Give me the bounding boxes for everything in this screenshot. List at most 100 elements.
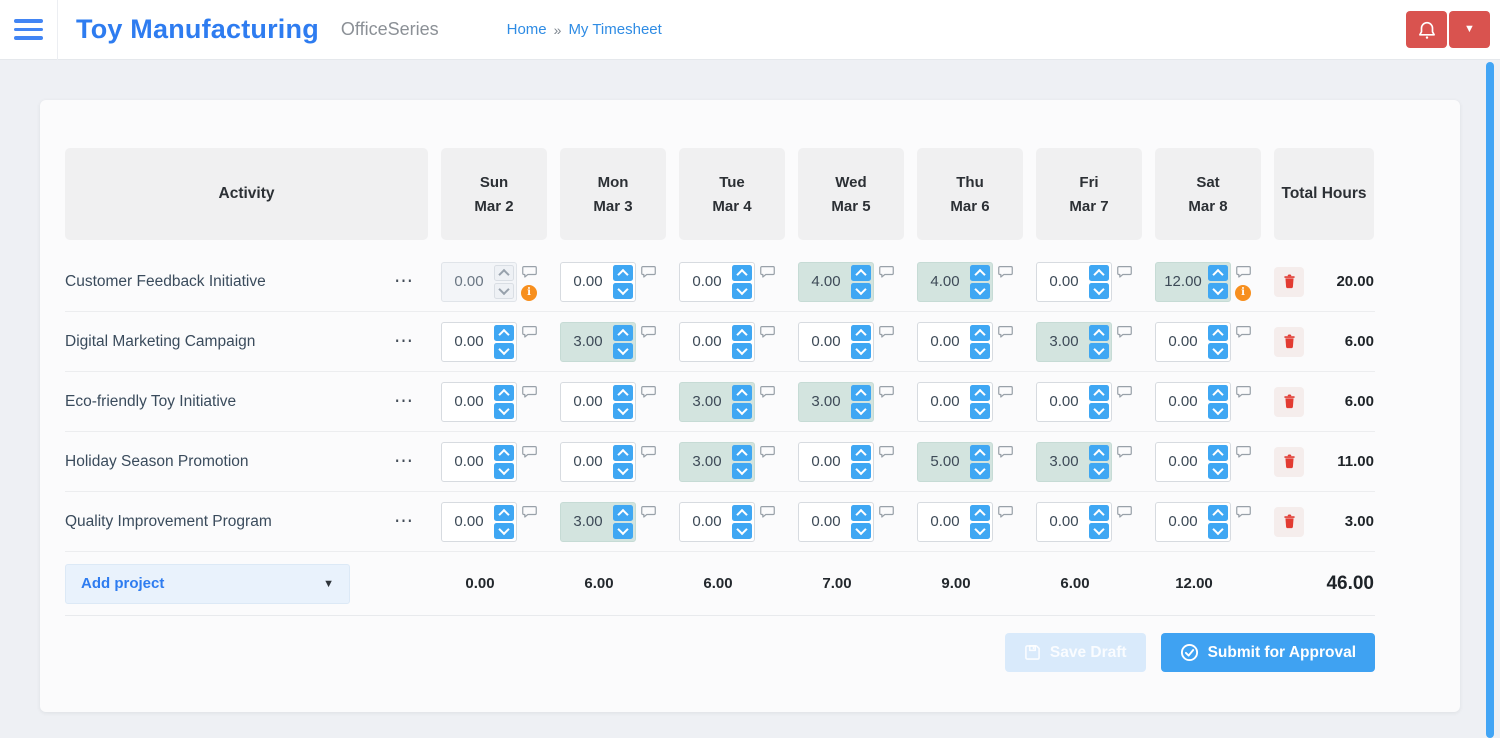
increment-button[interactable] — [1089, 504, 1109, 521]
hours-input[interactable]: 4.00 — [798, 261, 874, 302]
hours-input[interactable]: 12.00 — [1155, 261, 1231, 302]
increment-button[interactable] — [1208, 504, 1228, 521]
warning-icon[interactable]: i — [1235, 284, 1251, 301]
hours-input[interactable]: 0.00 — [798, 441, 874, 482]
hours-input[interactable]: 0.00 — [798, 501, 874, 542]
decrement-button[interactable] — [494, 462, 514, 479]
warning-icon[interactable]: i — [521, 284, 537, 301]
decrement-button[interactable] — [1208, 342, 1228, 359]
increment-button[interactable] — [732, 324, 752, 341]
increment-button[interactable] — [613, 384, 633, 401]
hours-input[interactable]: 4.00 — [917, 261, 993, 302]
decrement-button[interactable] — [494, 522, 514, 539]
hours-input[interactable]: 3.00 — [1036, 321, 1112, 362]
row-menu-ellipsis-icon[interactable]: ⋯ — [394, 392, 414, 411]
hours-input[interactable]: 3.00 — [679, 441, 755, 482]
decrement-button[interactable] — [613, 522, 633, 539]
hours-input[interactable]: 0.00 — [441, 501, 517, 542]
row-menu-ellipsis-icon[interactable]: ⋯ — [394, 512, 414, 531]
increment-button[interactable] — [1208, 444, 1228, 461]
decrement-button[interactable] — [970, 522, 990, 539]
notifications-button[interactable] — [1406, 11, 1447, 48]
decrement-button[interactable] — [851, 462, 871, 479]
hours-input[interactable]: 0.00 — [1036, 381, 1112, 422]
decrement-button[interactable] — [970, 282, 990, 299]
hours-input[interactable]: 0.00 — [1155, 381, 1231, 422]
increment-button[interactable] — [613, 444, 633, 461]
decrement-button[interactable] — [970, 402, 990, 419]
comment-icon[interactable] — [998, 445, 1013, 459]
decrement-button[interactable] — [851, 402, 871, 419]
add-project-select[interactable]: Add project ▼ — [65, 563, 350, 604]
increment-button[interactable] — [970, 504, 990, 521]
user-menu-button[interactable]: ▼ — [1449, 11, 1490, 48]
hours-input[interactable]: 0.00 — [1155, 441, 1231, 482]
hours-input[interactable]: 0.00 — [441, 381, 517, 422]
increment-button[interactable] — [1089, 444, 1109, 461]
increment-button[interactable] — [494, 264, 514, 281]
decrement-button[interactable] — [613, 282, 633, 299]
comment-icon[interactable] — [522, 385, 537, 399]
comment-icon[interactable] — [522, 325, 537, 339]
increment-button[interactable] — [494, 504, 514, 521]
hours-input[interactable]: 3.00 — [1036, 441, 1112, 482]
comment-icon[interactable] — [522, 505, 537, 519]
hours-input[interactable]: 3.00 — [798, 381, 874, 422]
comment-icon[interactable] — [1236, 505, 1251, 519]
comment-icon[interactable] — [641, 445, 656, 459]
delete-row-button[interactable] — [1274, 446, 1304, 477]
hours-input[interactable]: 0.00 — [1036, 501, 1112, 542]
delete-row-button[interactable] — [1274, 266, 1304, 297]
comment-icon[interactable] — [1117, 445, 1132, 459]
hours-input[interactable]: 3.00 — [679, 381, 755, 422]
decrement-button[interactable] — [851, 282, 871, 299]
increment-button[interactable] — [1208, 384, 1228, 401]
increment-button[interactable] — [494, 324, 514, 341]
increment-button[interactable] — [970, 324, 990, 341]
comment-icon[interactable] — [641, 265, 656, 279]
decrement-button[interactable] — [732, 282, 752, 299]
hours-input[interactable]: 3.00 — [560, 501, 636, 542]
increment-button[interactable] — [970, 444, 990, 461]
hours-input[interactable]: 3.00 — [560, 321, 636, 362]
delete-row-button[interactable] — [1274, 506, 1304, 537]
row-menu-ellipsis-icon[interactable]: ⋯ — [394, 332, 414, 351]
breadcrumb-home-link[interactable]: Home — [507, 21, 547, 38]
decrement-button[interactable] — [970, 342, 990, 359]
increment-button[interactable] — [1208, 324, 1228, 341]
increment-button[interactable] — [851, 264, 871, 281]
hours-input[interactable]: 0.00 — [917, 501, 993, 542]
increment-button[interactable] — [970, 264, 990, 281]
increment-button[interactable] — [613, 504, 633, 521]
increment-button[interactable] — [851, 504, 871, 521]
comment-icon[interactable] — [998, 265, 1013, 279]
hours-input[interactable]: 0.00 — [441, 441, 517, 482]
decrement-button[interactable] — [1089, 462, 1109, 479]
hours-input[interactable]: 5.00 — [917, 441, 993, 482]
hours-input[interactable]: 0.00 — [917, 321, 993, 362]
increment-button[interactable] — [494, 444, 514, 461]
comment-icon[interactable] — [641, 385, 656, 399]
increment-button[interactable] — [1089, 264, 1109, 281]
hamburger-menu-button[interactable] — [0, 0, 58, 60]
decrement-button[interactable] — [1208, 402, 1228, 419]
increment-button[interactable] — [613, 324, 633, 341]
increment-button[interactable] — [732, 444, 752, 461]
decrement-button[interactable] — [613, 402, 633, 419]
comment-icon[interactable] — [760, 265, 775, 279]
decrement-button[interactable] — [732, 522, 752, 539]
row-menu-ellipsis-icon[interactable]: ⋯ — [394, 272, 414, 291]
comment-icon[interactable] — [998, 505, 1013, 519]
decrement-button[interactable] — [732, 462, 752, 479]
decrement-button[interactable] — [1208, 462, 1228, 479]
comment-icon[interactable] — [879, 445, 894, 459]
save-draft-button[interactable]: Save Draft — [1004, 633, 1146, 672]
comment-icon[interactable] — [879, 265, 894, 279]
decrement-button[interactable] — [851, 522, 871, 539]
breadcrumb-current[interactable]: My Timesheet — [568, 21, 661, 38]
increment-button[interactable] — [732, 384, 752, 401]
increment-button[interactable] — [851, 444, 871, 461]
decrement-button[interactable] — [1208, 282, 1228, 299]
decrement-button[interactable] — [732, 402, 752, 419]
submit-for-approval-button[interactable]: Submit for Approval — [1160, 633, 1375, 672]
